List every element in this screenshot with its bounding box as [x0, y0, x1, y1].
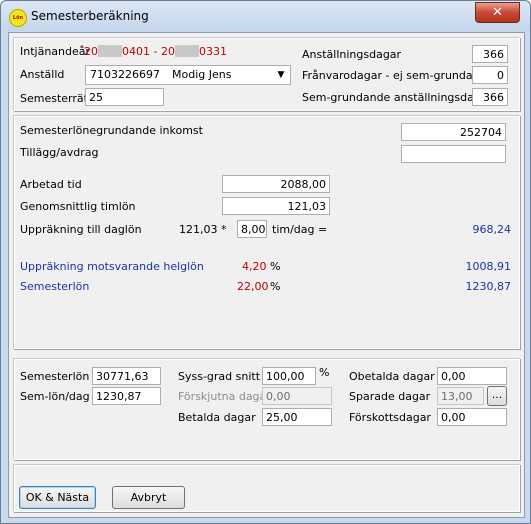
daglon-label: Uppräkning till daglön — [20, 223, 142, 236]
semesterlon-result: 1230,87 — [465, 280, 512, 293]
title-bar[interactable]: Lön Semesterberäkning ✕ — [1, 1, 530, 31]
sparade-label: Sparade dagar — [349, 390, 431, 403]
syssgrad-label: Syss-grad snitt — [178, 370, 261, 383]
helglon-result: 1008,91 — [465, 260, 512, 273]
window-title: Semesterberäkning — [31, 9, 149, 23]
timlon-field[interactable]: 121,03 — [222, 197, 330, 215]
anstallningsdagar-field[interactable]: 366 — [472, 45, 508, 63]
forskott-label: Förskottsdagar — [349, 411, 431, 424]
semlon-dag-label: Sem-lön/dag — [20, 390, 90, 403]
semlon-dag-field[interactable]: 1230,87 — [92, 387, 161, 405]
employee-select[interactable]: 7103226697 Modig Jens ▼ — [85, 65, 291, 85]
intjanandear-value: 20 0401 - 20 0331 — [84, 45, 227, 58]
forskjutna-field: 0,00 — [262, 387, 332, 405]
syssgrad-field[interactable]: 100,00 — [262, 367, 316, 385]
intjanandear-label: Intjänandeår — [20, 45, 91, 58]
calculation-panel: Semesterlönegrundande inkomst 252704 Til… — [13, 115, 520, 349]
employee-panel: Intjänandeår 20 0401 - 20 0331 Anställd 71… — [13, 37, 520, 111]
intjanandear-part1: 20 — [84, 45, 98, 58]
arbetad-tid-label: Arbetad tid — [20, 178, 82, 191]
ok-next-button[interactable]: OK & Nästa — [19, 486, 96, 509]
daglon-unit: tim/dag = — [272, 223, 328, 236]
dialog-body: Intjänandeår 20 0401 - 20 0331 Anställd 71… — [8, 32, 525, 518]
inkomst-label: Semesterlönegrundande inkomst — [20, 124, 203, 137]
helglon-pct: 4,20 — [242, 260, 267, 273]
obetalda-label: Obetalda dagar — [349, 370, 435, 383]
tillagg-label: Tillägg/avdrag — [20, 146, 99, 159]
semgrundande-field[interactable]: 366 — [472, 88, 508, 106]
semesterlon-calc-label: Semesterlön — [20, 280, 90, 293]
sparade-browse-button[interactable]: ... — [487, 386, 507, 406]
semesterlon-sum-field[interactable]: 30771,63 — [92, 367, 161, 385]
arbetad-tid-field[interactable]: 2088,00 — [222, 175, 330, 193]
anstalld-label: Anställd — [20, 68, 65, 81]
chevron-down-icon[interactable]: ▼ — [272, 66, 290, 84]
daglon-factor: 121,03 * — [179, 223, 227, 236]
syssgrad-sign: % — [319, 366, 330, 379]
hours-per-day-field[interactable]: 8,00 — [237, 220, 267, 238]
summary-panel: Semesterlön 30771,63 Sem-lön/dag 1230,87… — [13, 358, 520, 460]
franvarodagar-label: Frånvarodagar - ej sem-grundande — [302, 69, 494, 82]
employee-id: 7103226697 — [90, 68, 160, 81]
tillagg-field[interactable] — [401, 145, 506, 163]
semesterlon-pct-sign: % — [270, 280, 281, 293]
daglon-result: 968,24 — [472, 223, 512, 236]
intjanandear-part3: 0331 — [198, 45, 227, 58]
timlon-label: Genomsnittlig timlön — [20, 200, 136, 213]
betalda-label: Betalda dagar — [178, 411, 256, 424]
betalda-field[interactable]: 25,00 — [262, 408, 332, 426]
semesterratt-field[interactable]: 25 — [85, 88, 164, 106]
franvarodagar-field[interactable]: 0 — [472, 66, 508, 84]
forskjutna-label: Förskjutna dagar — [178, 390, 271, 403]
inkomst-field[interactable]: 252704 — [401, 123, 506, 141]
helglon-label: Uppräkning motsvarande helglön — [20, 260, 204, 273]
redacted-box — [98, 45, 122, 57]
semesterlon-sum-label: Semesterlön — [20, 370, 90, 383]
anstallningsdagar-label: Anställningsdagar — [302, 48, 402, 61]
app-icon: Lön — [9, 9, 27, 27]
employee-name: Modig Jens — [172, 68, 232, 81]
button-panel: OK & Nästa Avbryt — [13, 464, 520, 512]
helglon-pct-sign: % — [270, 260, 281, 273]
forskott-field[interactable]: 0,00 — [437, 408, 507, 426]
semesterlon-pct: 22,00 — [237, 280, 269, 293]
obetalda-field[interactable]: 0,00 — [437, 367, 507, 385]
semgrundande-label: Sem-grundande anställningsdagar — [302, 91, 493, 104]
cancel-button[interactable]: Avbryt — [112, 486, 185, 509]
dialog-window: Lön Semesterberäkning ✕ Intjänandeår 20 0… — [0, 0, 531, 524]
sparade-field: 13,00 — [437, 387, 484, 405]
semesterratt-label: Semesterrätt — [20, 92, 93, 105]
redacted-box — [174, 45, 199, 57]
close-button[interactable]: ✕ — [475, 2, 520, 23]
intjanandear-part2: 0401 - 20 — [122, 45, 175, 58]
